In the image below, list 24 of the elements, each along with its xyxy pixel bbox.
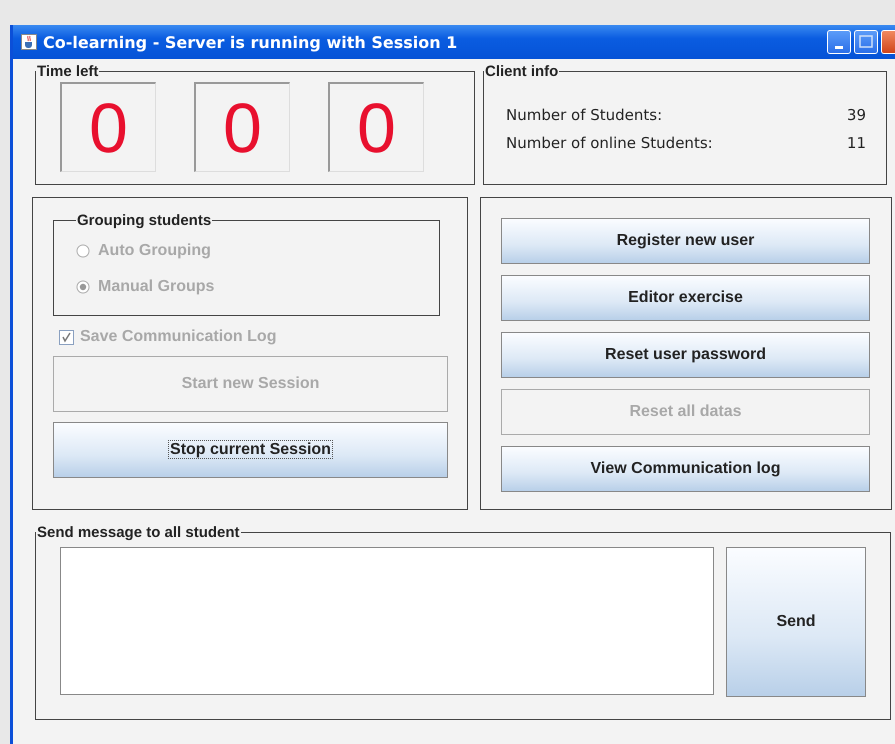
timer-digit: 0 xyxy=(60,82,156,172)
minimize-button[interactable] xyxy=(827,30,851,54)
session-button[interactable]: Stop current Session xyxy=(53,422,448,478)
admin-button[interactable]: Editor exercise xyxy=(501,275,870,321)
timer-digit: 0 xyxy=(194,82,290,172)
panel-title: Send message to all student xyxy=(36,524,241,541)
panel-title: Client info xyxy=(484,63,560,80)
info-label: Number of Students: xyxy=(506,106,662,124)
timer-digit: 0 xyxy=(328,82,424,172)
admin-button[interactable]: View Communication log xyxy=(501,446,870,492)
panel-title: Time left xyxy=(36,63,100,80)
info-label: Number of online Students: xyxy=(506,134,713,152)
send-button[interactable]: Send xyxy=(726,547,866,697)
close-button[interactable] xyxy=(881,30,895,54)
info-value: 39 xyxy=(846,106,866,124)
maximize-button[interactable] xyxy=(854,30,878,54)
info-value: 11 xyxy=(846,134,866,152)
message-field[interactable] xyxy=(60,547,714,695)
minimize-icon xyxy=(835,46,843,48)
cup-icon xyxy=(21,34,37,50)
window-title: Co-learning - Server is running with Session 1 xyxy=(43,32,458,52)
admin-button[interactable]: Reset user password xyxy=(501,332,870,378)
admin-button[interactable]: Register new user xyxy=(501,218,870,264)
group-title: Grouping students xyxy=(76,212,212,229)
